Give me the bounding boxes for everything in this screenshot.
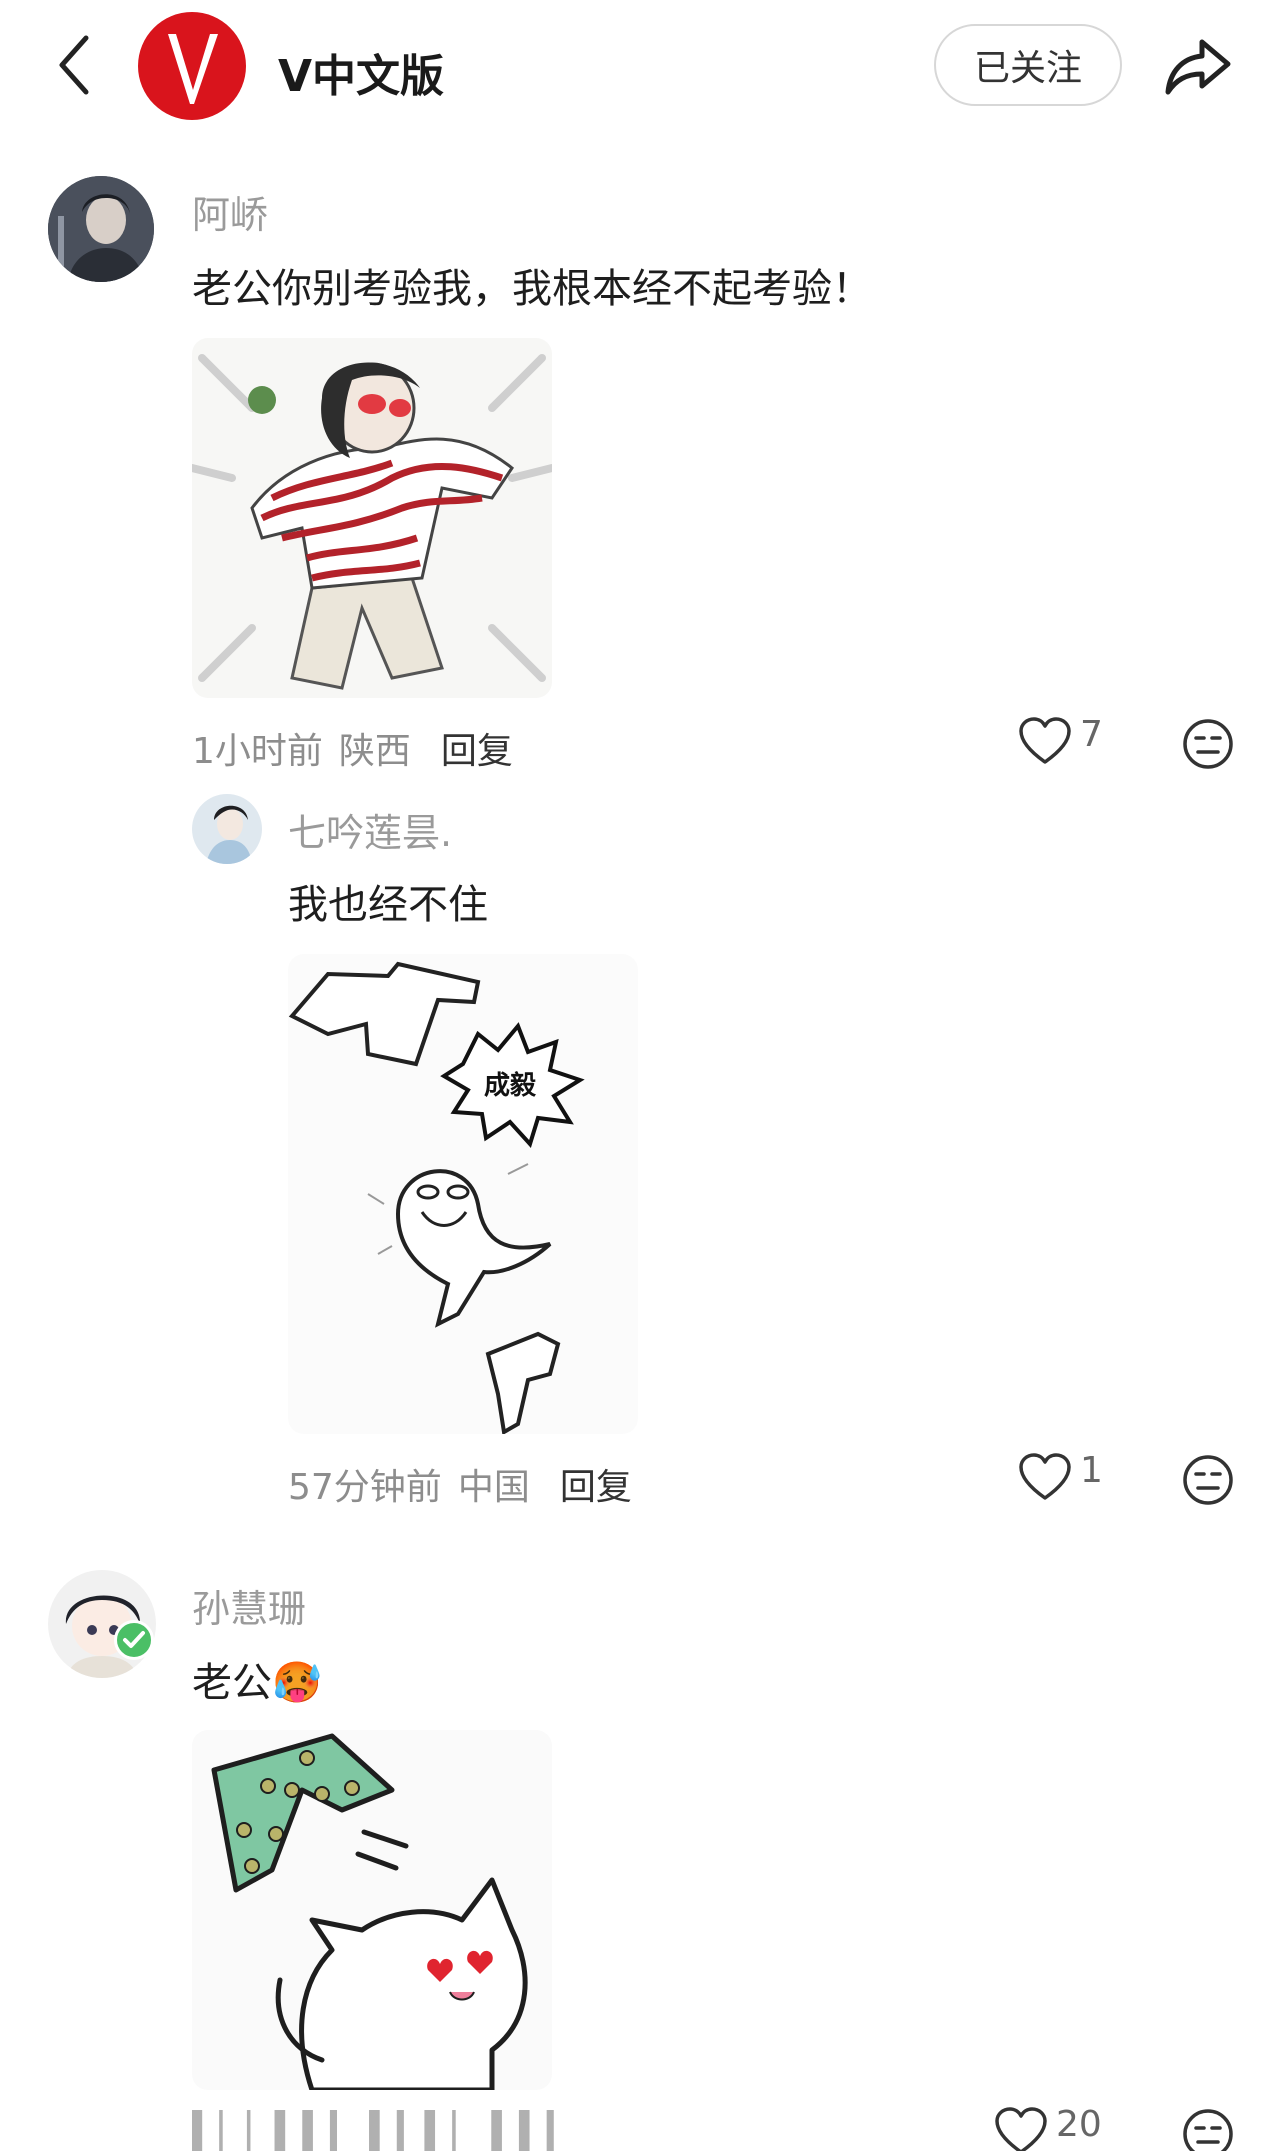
comment-username[interactable]: 孙慧珊 xyxy=(192,1578,306,1633)
meh-face-icon xyxy=(1183,1455,1233,1505)
heart-icon xyxy=(995,2107,1047,2151)
meh-face-icon xyxy=(1183,719,1233,769)
chevron-left-icon xyxy=(59,35,89,95)
share-arrow-icon xyxy=(1165,39,1231,95)
reply-username[interactable]: 七吟莲昙. xyxy=(288,802,452,857)
verified-badge-icon xyxy=(114,1620,154,1660)
like-button[interactable]: 20 xyxy=(994,2103,1102,2151)
like-count: 1 xyxy=(1080,1449,1103,1491)
reply-button[interactable]: 回复 xyxy=(560,1467,632,1508)
share-button[interactable] xyxy=(1162,34,1234,98)
dislike-button[interactable] xyxy=(1182,1454,1234,1510)
hot-face-emoji: 🥵 xyxy=(272,1660,322,1706)
checkmark-icon xyxy=(123,1631,145,1648)
comment-time: 1小时前 xyxy=(192,731,323,772)
meh-face-icon xyxy=(1183,2109,1233,2151)
bubble-text: 成毅 xyxy=(484,1070,537,1101)
comment-sticker-image[interactable] xyxy=(192,338,552,698)
avatar[interactable] xyxy=(48,176,154,282)
cat-sticker xyxy=(211,1733,528,2090)
like-count: 7 xyxy=(1080,713,1103,755)
avatar[interactable] xyxy=(192,794,262,864)
ghost-sticker: 成毅 xyxy=(288,961,585,1434)
reply-location: 中国 xyxy=(457,1467,530,1508)
dislike-button[interactable] xyxy=(1182,2108,1234,2151)
comment-location: 陕西 xyxy=(338,731,411,772)
comment-username[interactable]: 阿峤 xyxy=(192,184,268,239)
reply-text: 我也经不住 xyxy=(288,882,488,928)
top-bar: V中文版 已关注 xyxy=(0,0,1284,130)
comment-sticker-image[interactable] xyxy=(192,1730,552,2090)
avatar-image xyxy=(192,794,262,864)
heart-icon xyxy=(1019,717,1071,764)
reply-time: 57分钟前 xyxy=(288,1467,442,1508)
follow-button[interactable]: 已关注 xyxy=(934,24,1122,106)
like-count: 20 xyxy=(1056,2103,1102,2145)
account-logo[interactable] xyxy=(138,12,246,120)
comment-meta: 1小时前 陕西 回复 xyxy=(192,722,513,774)
comment-meta: ▍▏▏▍▍▎ ▍▎▍▏ ▍▍▎ xyxy=(192,2110,575,2151)
account-name[interactable]: V中文版 xyxy=(278,40,444,104)
like-button[interactable]: 7 xyxy=(1018,713,1103,766)
avatar-image xyxy=(48,176,154,282)
comment-meta-partial: ▍▏▏▍▍▎ ▍▎▍▏ ▍▍▎ xyxy=(192,2110,575,2151)
cartoon-girl-sticker xyxy=(192,354,552,690)
heart-icon xyxy=(1019,1453,1071,1500)
back-button[interactable] xyxy=(50,30,100,100)
reply-meta: 57分钟前 中国 回复 xyxy=(288,1458,632,1510)
v-logo-icon xyxy=(168,34,218,104)
comment-text: 老公你别考验我，我根本经不起考验！ xyxy=(192,266,872,312)
dislike-button[interactable] xyxy=(1182,718,1234,774)
comment-text-body: 老公 xyxy=(192,1660,272,1706)
comment-text: 老公🥵 xyxy=(192,1650,322,1708)
reply-sticker-image[interactable]: 成毅 xyxy=(288,954,638,1434)
like-button[interactable]: 1 xyxy=(1018,1449,1103,1502)
reply-button[interactable]: 回复 xyxy=(441,731,513,772)
